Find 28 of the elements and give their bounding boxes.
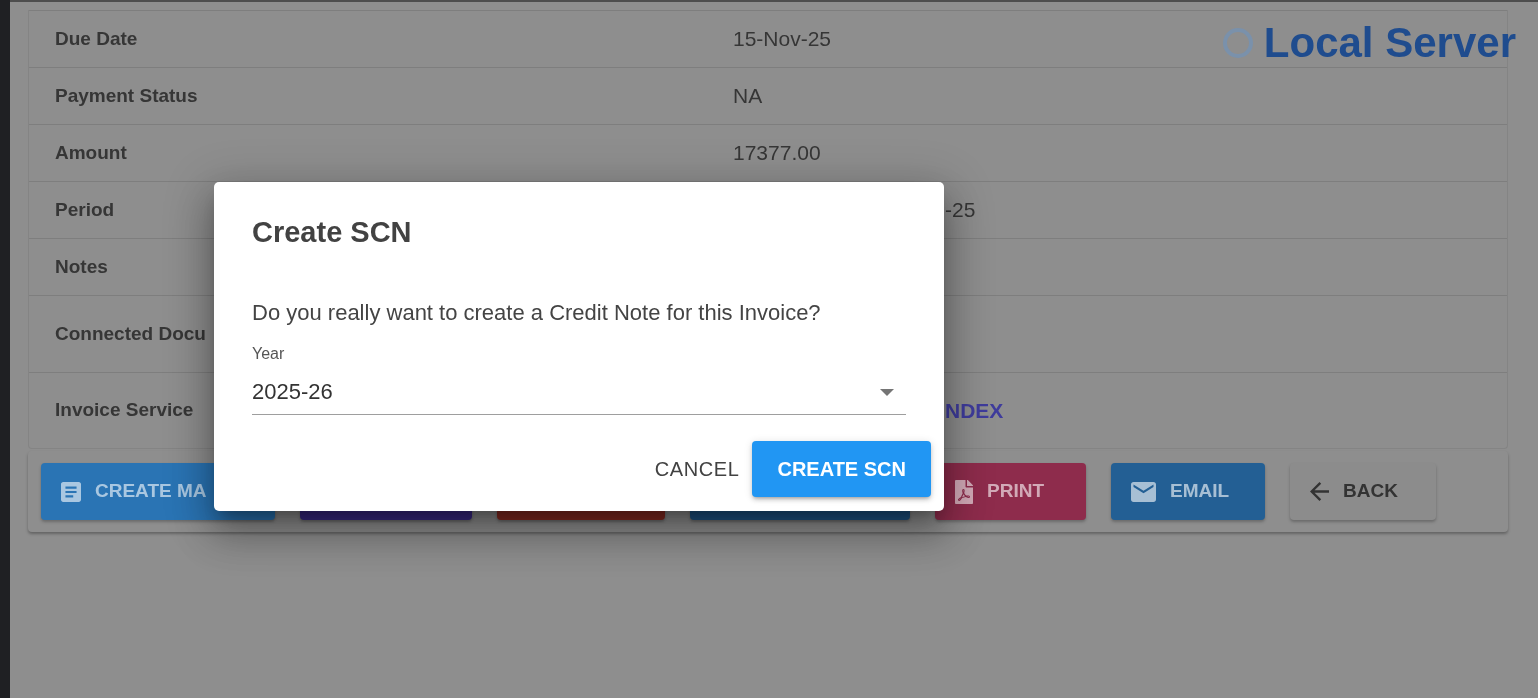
service-link[interactable]: NDEX — [945, 394, 1004, 427]
row-value: 17377.00 — [733, 140, 821, 167]
row-label: Period — [55, 197, 115, 222]
create-scn-button[interactable]: CREATE SCN — [752, 441, 931, 497]
arrow-left-icon — [1310, 482, 1329, 501]
row-label: Connected Docu — [55, 321, 206, 346]
row-label: Invoice Service — [55, 398, 194, 423]
action-button[interactable]: EMAIL — [1111, 463, 1265, 520]
ring-icon — [1222, 28, 1253, 58]
dialog-title: Create SCN — [252, 215, 412, 250]
action-button[interactable]: BACK — [1290, 463, 1436, 520]
row-value: 15-Nov-25 — [733, 26, 832, 53]
dialog-message: Do you really want to create a Credit Note for this Invoice? — [252, 299, 821, 327]
row-value: -25 — [945, 197, 976, 224]
row-label: Due Date — [55, 26, 138, 51]
file-icon — [955, 479, 973, 504]
field-label: Year — [252, 344, 285, 364]
row-label: Notes — [55, 254, 108, 279]
row-label: Payment Status — [55, 83, 198, 108]
year-select[interactable]: 2025-26 — [252, 377, 906, 415]
caret-icon — [880, 388, 894, 396]
row-value: NA — [733, 83, 763, 110]
envelope-icon — [1131, 481, 1156, 502]
cancel-button[interactable]: CANCEL — [646, 441, 748, 497]
server-label: Local Server — [1263, 18, 1516, 68]
row-label: Amount — [55, 140, 127, 165]
action-button[interactable]: PRINT — [935, 463, 1086, 520]
document-icon — [61, 481, 81, 502]
